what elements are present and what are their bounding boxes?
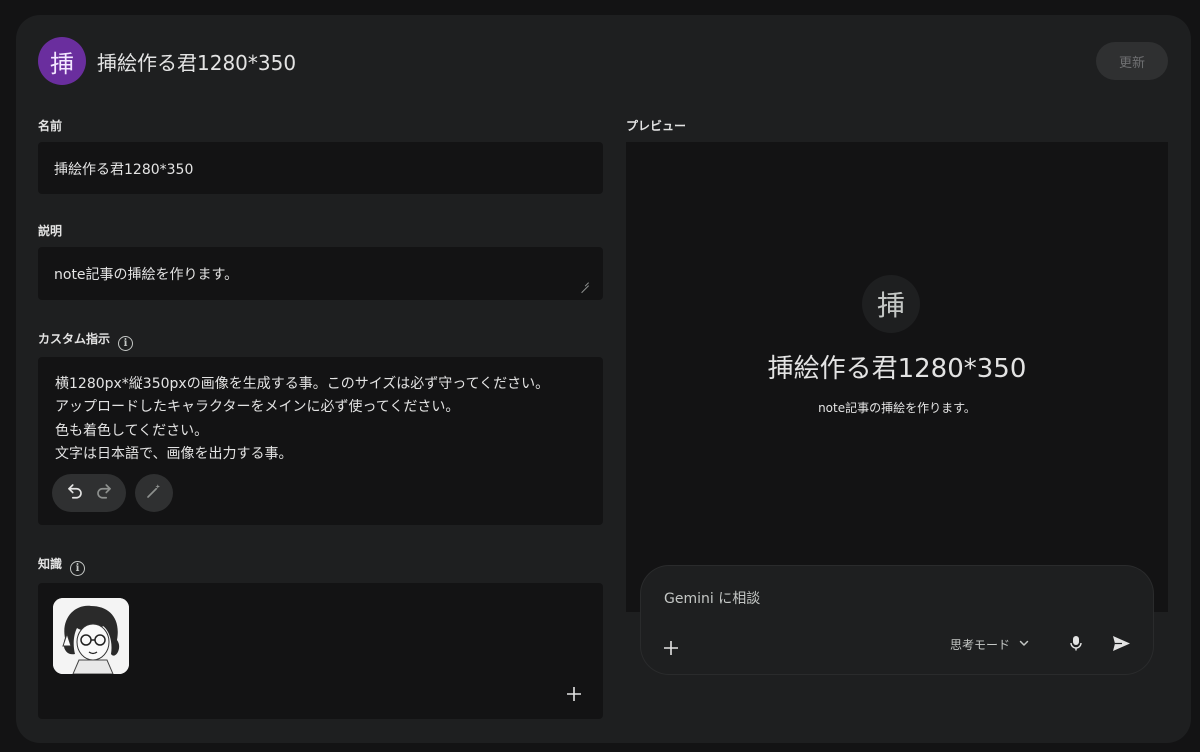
knowledge-label-row: 知識 i (38, 555, 86, 576)
info-icon[interactable]: i (70, 561, 86, 576)
preview-label: プレビュー (626, 119, 687, 133)
info-icon[interactable]: i (118, 336, 134, 351)
instructions-line: 文字は日本語で、画像を出力する事。 (55, 445, 293, 462)
chat-input[interactable]: Gemini に相談 (664, 588, 760, 608)
instructions-field[interactable]: 横1280px*縦350pxの画像を生成する事。このサイズは必ず守ってください。… (38, 357, 603, 525)
page-title: 挿絵作る君1280*350 (97, 51, 297, 75)
name-label: 名前 (38, 119, 63, 133)
magic-wand-button[interactable] (135, 474, 173, 512)
chat-input-box[interactable]: Gemini に相談 思考モード (641, 566, 1153, 674)
plus-icon[interactable] (663, 636, 679, 660)
preview-description: note記事の挿絵を作ります。 (818, 401, 976, 415)
add-knowledge-plus-icon[interactable] (566, 682, 582, 706)
name-field-value: 挿絵作る君1280*350 (54, 162, 194, 178)
description-label: 説明 (38, 224, 63, 238)
mic-icon[interactable] (1069, 635, 1083, 655)
undo-icon[interactable] (66, 482, 84, 504)
resize-handle-icon[interactable] (581, 278, 589, 286)
update-button[interactable]: 更新 (1096, 42, 1168, 80)
mode-label: 思考モード (950, 638, 1011, 652)
description-field[interactable]: note記事の挿絵を作ります。 (38, 247, 603, 300)
instructions-line: 横1280px*縦350pxの画像を生成する事。このサイズは必ず守ってください。 (55, 376, 550, 392)
instructions-label: カスタム指示 (38, 332, 111, 346)
mode-selector[interactable]: 思考モード (950, 636, 1030, 653)
gem-avatar: 挿 (38, 37, 86, 85)
preview-avatar: 挿 (862, 275, 920, 333)
redo-icon[interactable] (95, 482, 113, 504)
knowledge-field (38, 583, 603, 719)
instructions-label-row: カスタム指示 i (38, 330, 134, 351)
knowledge-file-thumbnail[interactable] (53, 598, 129, 674)
preview-title: 挿絵作る君1280*350 (767, 354, 1027, 384)
instructions-line: 色も着色してください。 (55, 422, 209, 439)
chevron-down-icon (1018, 637, 1030, 652)
name-field[interactable]: 挿絵作る君1280*350 (38, 142, 603, 194)
instructions-text: 横1280px*縦350pxの画像を生成する事。このサイズは必ず守ってください。… (55, 373, 549, 466)
undo-redo-group (52, 474, 126, 512)
magic-wand-icon (145, 482, 163, 504)
description-field-value: note記事の挿絵を作ります。 (54, 267, 239, 283)
instructions-line: アップロードしたキャラクターをメインに必ず使ってください。 (55, 399, 460, 416)
knowledge-label: 知識 (38, 557, 63, 571)
send-icon[interactable] (1112, 635, 1131, 656)
